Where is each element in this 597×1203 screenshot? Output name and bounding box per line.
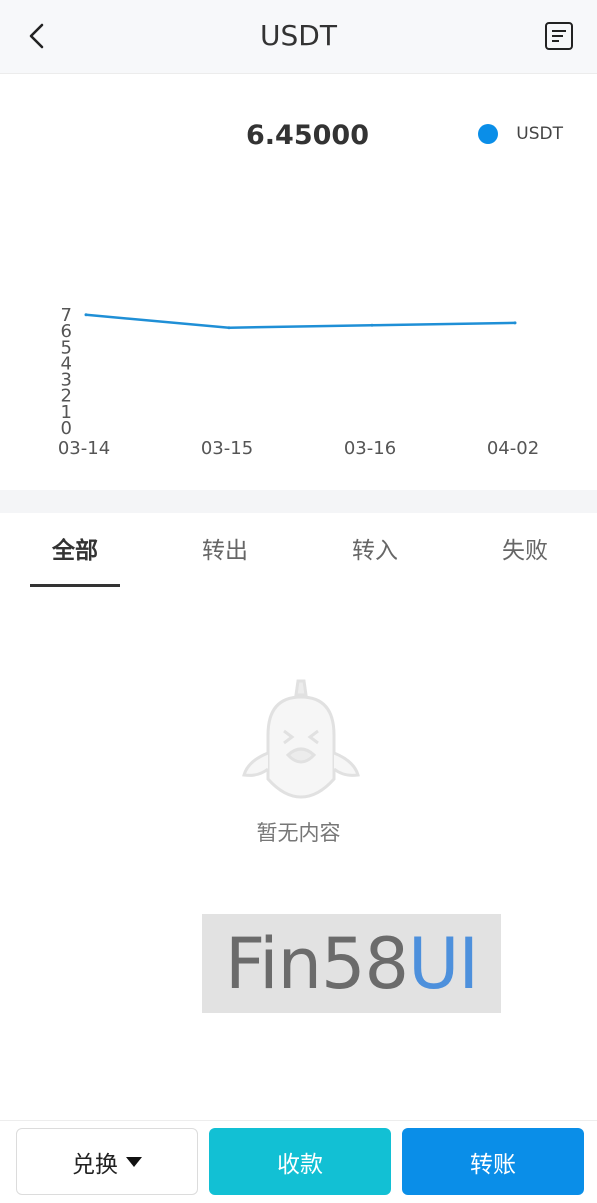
filter-tabs: 全部 转出 转入 失败 xyxy=(0,513,597,589)
legend-dot xyxy=(478,124,499,144)
chart-section: 0 1 2 3 4 5 6 7 03-14 03-15 03-16 04-02 6.45000 USD… xyxy=(0,74,597,490)
transfer-button[interactable]: 转账 xyxy=(402,1128,584,1195)
chart-legend: USDT xyxy=(478,124,563,144)
tab-all[interactable]: 全部 xyxy=(30,535,120,567)
x-tick-label: 04-02 xyxy=(487,438,539,459)
page: USDT 0 1 2 3 4 5 6 7 03-14 03-15 03-16 04-02 6.4500… xyxy=(0,0,597,1203)
page-title: USDT xyxy=(260,19,337,52)
x-tick-label: 03-14 xyxy=(58,438,110,459)
tab-transfer-in[interactable]: 转入 xyxy=(330,535,420,567)
watermark-logo: Fin58 UI xyxy=(202,914,501,1013)
tab-transfer-out[interactable]: 转出 xyxy=(180,535,270,567)
series-line xyxy=(85,313,516,329)
exchange-dropdown-button[interactable]: 兑换 xyxy=(16,1128,198,1195)
x-tick-label: 03-16 xyxy=(344,438,396,459)
data-point xyxy=(370,323,374,327)
watermark-text-ui: UI xyxy=(408,922,479,1005)
bottom-action-bar: 兑换 收款 转账 xyxy=(0,1120,597,1203)
data-point xyxy=(84,313,88,317)
top-nav-bar: USDT xyxy=(0,0,597,74)
tab-failed[interactable]: 失败 xyxy=(480,535,570,567)
empty-mascot-icon xyxy=(242,679,360,799)
records-button[interactable] xyxy=(543,20,575,52)
document-list-icon xyxy=(545,22,573,50)
legend-label: USDT xyxy=(516,124,563,144)
data-point xyxy=(513,321,517,325)
y-tick-label: 7 xyxy=(61,305,72,326)
exchange-label: 兑换 xyxy=(72,1151,118,1178)
empty-state-text: 暂无内容 xyxy=(256,821,341,845)
caret-down-icon xyxy=(126,1156,142,1167)
x-tick-label: 03-15 xyxy=(201,438,253,459)
data-point xyxy=(227,326,231,330)
section-divider xyxy=(0,490,597,513)
receive-button[interactable]: 收款 xyxy=(209,1128,391,1195)
active-tab-indicator xyxy=(30,584,120,587)
watermark-text-fin58: Fin58 xyxy=(225,922,409,1005)
